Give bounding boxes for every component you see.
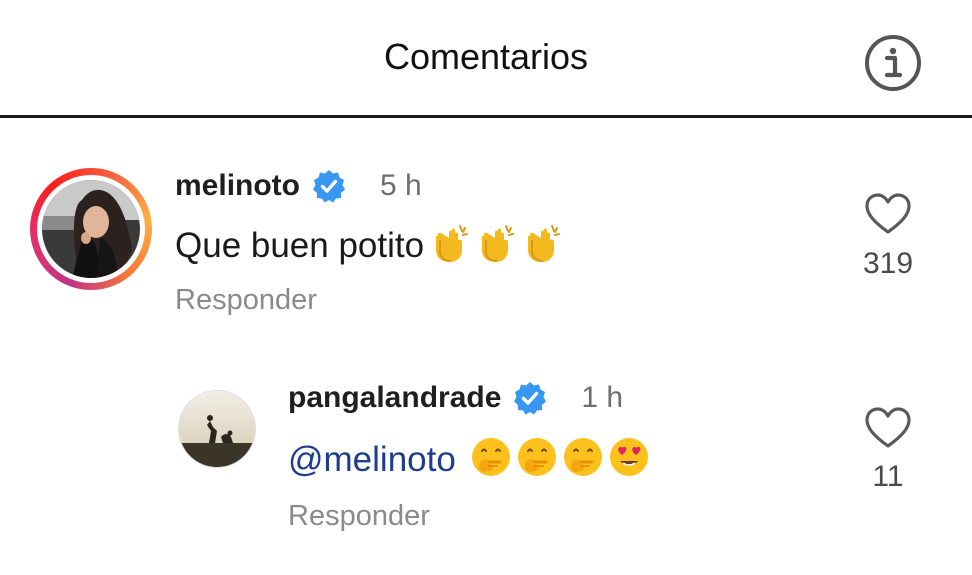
like-count: 319 <box>862 247 914 280</box>
heart-icon[interactable] <box>864 406 912 450</box>
heart-eyes-face-icon <box>608 436 650 487</box>
reply-button[interactable]: Responder <box>175 284 317 317</box>
heart-icon[interactable] <box>864 192 912 236</box>
clapping-hands-icon <box>428 222 470 273</box>
reply-button[interactable]: Responder <box>288 500 430 533</box>
comment-body: Que buen potito <box>175 225 425 265</box>
info-icon[interactable] <box>864 34 922 92</box>
avatar-photo <box>42 180 140 278</box>
username[interactable]: melinoto <box>175 169 300 203</box>
like-count: 11 <box>872 460 904 493</box>
clapping-hands-icon <box>474 222 516 273</box>
mention-link[interactable]: @melinoto <box>288 440 456 479</box>
comment-header: pangalandrade 1 h <box>288 378 623 418</box>
avatar[interactable] <box>30 168 152 290</box>
face-with-hand-over-mouth-icon <box>562 436 604 487</box>
comment-text: @melinoto <box>288 436 650 487</box>
face-with-hand-over-mouth-icon <box>470 436 512 487</box>
timestamp: 1 h <box>581 381 624 414</box>
username[interactable]: pangalandrade <box>288 381 501 415</box>
clapping-hands-icon <box>520 222 562 273</box>
timestamp: 5 h <box>380 169 422 202</box>
comments-header: Comentarios <box>0 0 972 118</box>
comment-header: melinoto 5 h <box>175 166 422 206</box>
page-title: Comentarios <box>383 36 589 77</box>
verified-badge-icon <box>514 382 547 415</box>
face-with-hand-over-mouth-icon <box>516 436 558 487</box>
verified-badge-icon <box>313 170 345 203</box>
comment-text: Que buen potito <box>175 222 562 273</box>
avatar[interactable] <box>178 390 256 468</box>
